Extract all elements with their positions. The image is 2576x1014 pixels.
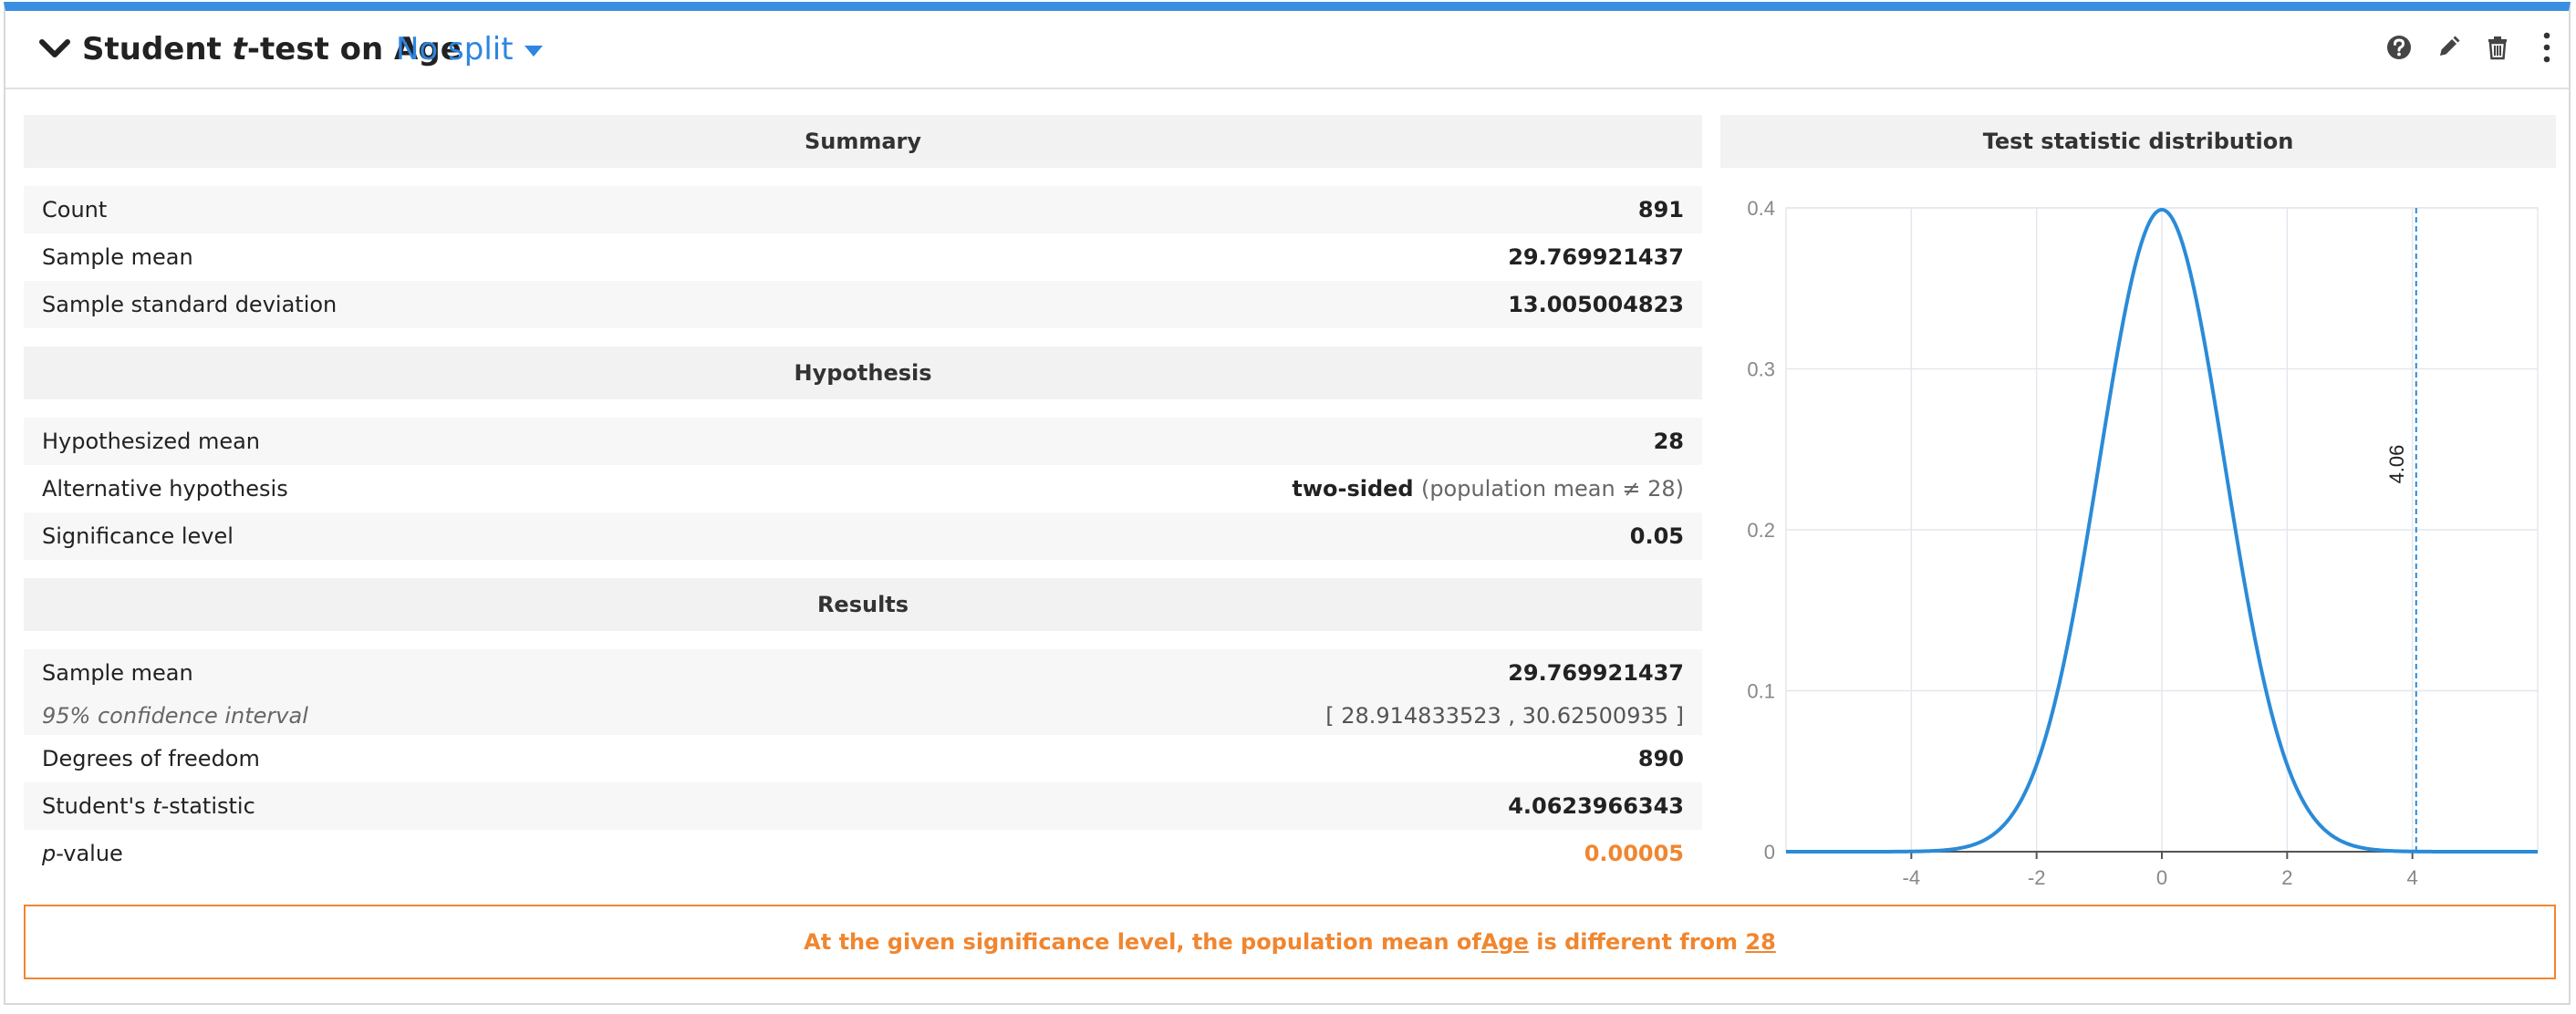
hypothesis-heading: Hypothesis [24,347,1702,399]
row-label: Significance level [42,523,234,549]
chart-panel: Test statistic distribution 0 0.1 0.2 0.3 0.… [1720,115,2556,889]
conclusion-value: 28 [1745,929,1776,955]
split-label: No split [396,31,514,67]
more-vertical-icon [2543,32,2550,63]
help-icon [2387,36,2411,59]
row-label: Sample mean [42,244,193,270]
chart-title: Test statistic distribution [1720,115,2556,168]
row-label: 95% confidence interval [42,703,308,729]
chevron-down-icon[interactable] [36,31,73,67]
alternative-value: two-sided [1292,476,1414,502]
conclusion-prefix: At the given significance level, the pop… [804,929,1481,955]
summary-row-std: Sample standard deviation 13.005004823 [24,281,1702,328]
row-value: 0.05 [1629,523,1684,549]
help-button[interactable] [2379,27,2419,67]
hypothesis-rows: Hypothesized mean 28 Alternative hypothe… [24,418,1702,560]
row-value: 13.005004823 [1508,292,1684,317]
results-row-dof: Degrees of freedom 890 [24,735,1702,782]
hypothesis-row-significance: Significance level 0.05 [24,512,1702,560]
row-value: two-sided (population mean ≠ 28) [1292,476,1684,502]
summary-heading: Summary [24,115,1702,168]
y-tick-label: 0.2 [1747,519,1775,542]
summary-row-count: Count 891 [24,186,1702,233]
x-tick-label: -4 [1903,866,1921,889]
analysis-card: Student t-test on Age No split Summary C… [4,2,2571,1005]
alternative-detail: (population mean ≠ 28) [1420,476,1684,502]
results-rows: Sample mean 29.769921437 95% confidence … [24,649,1702,877]
statistic-marker-label: 4.06 [2385,445,2408,484]
y-tick-label: 0.3 [1747,358,1775,381]
caret-down-icon [524,45,543,57]
hypothesis-row-mean: Hypothesized mean 28 [24,418,1702,465]
results-row-tstat: Student's t-statistic 4.0623966343 [24,782,1702,830]
row-value: 29.769921437 [1508,660,1684,686]
distribution-chart: 0 0.1 0.2 0.3 0.4 -4 -2 0 2 4 4.06 [1747,197,2539,889]
results-row-ci: 95% confidence interval [ 28.914833523 ,… [24,697,1702,735]
row-value: 891 [1637,197,1684,222]
row-value: [ 28.914833523 , 30.62500935 ] [1325,703,1684,729]
edit-icon [2440,36,2460,56]
results-heading: Results [24,578,1702,631]
stats-panel: Summary Count 891 Sample mean 29.7699214… [24,115,1702,895]
more-button[interactable] [2527,27,2567,67]
delete-button[interactable] [2477,27,2518,67]
y-tick-label: 0 [1764,841,1775,864]
results-row-mean: Sample mean 29.769921437 [24,649,1702,697]
results-row-pvalue: p-value 0.00005 [24,830,1702,877]
y-tick-label: 0.4 [1747,197,1775,220]
card-header: Student t-test on Age No split [5,11,2569,89]
x-tick-label: 0 [2156,866,2167,889]
summary-row-mean: Sample mean 29.769921437 [24,233,1702,281]
row-label: Sample mean [42,660,193,686]
row-label: Count [42,197,108,222]
trash-icon [2488,36,2507,60]
row-value: 4.0623966343 [1508,793,1684,819]
x-tick-label: -2 [2028,866,2046,889]
row-value: 28 [1653,429,1684,454]
row-label: Hypothesized mean [42,429,261,454]
y-tick-label: 0.1 [1747,680,1775,703]
row-label: Sample standard deviation [42,292,338,317]
row-value: 890 [1637,746,1684,771]
row-label: Student's t-statistic [42,793,255,819]
row-label: Alternative hypothesis [42,476,288,502]
x-tick-label: 2 [2281,866,2292,889]
conclusion-middle: is different from [1528,929,1746,955]
row-value: 29.769921437 [1508,244,1684,270]
conclusion-banner: At the given significance level, the pop… [24,905,2556,979]
conclusion-variable: Age [1480,929,1529,955]
row-label: p-value [42,841,123,866]
x-tick-label: 4 [2407,866,2418,889]
summary-rows: Count 891 Sample mean 29.769921437 Sampl… [24,186,1702,328]
edit-button[interactable] [2428,27,2468,67]
split-dropdown[interactable]: No split [396,31,543,67]
pvalue-value: 0.00005 [1584,841,1684,866]
hypothesis-row-alternative: Alternative hypothesis two-sided (popula… [24,465,1702,512]
row-label: Degrees of freedom [42,746,260,771]
